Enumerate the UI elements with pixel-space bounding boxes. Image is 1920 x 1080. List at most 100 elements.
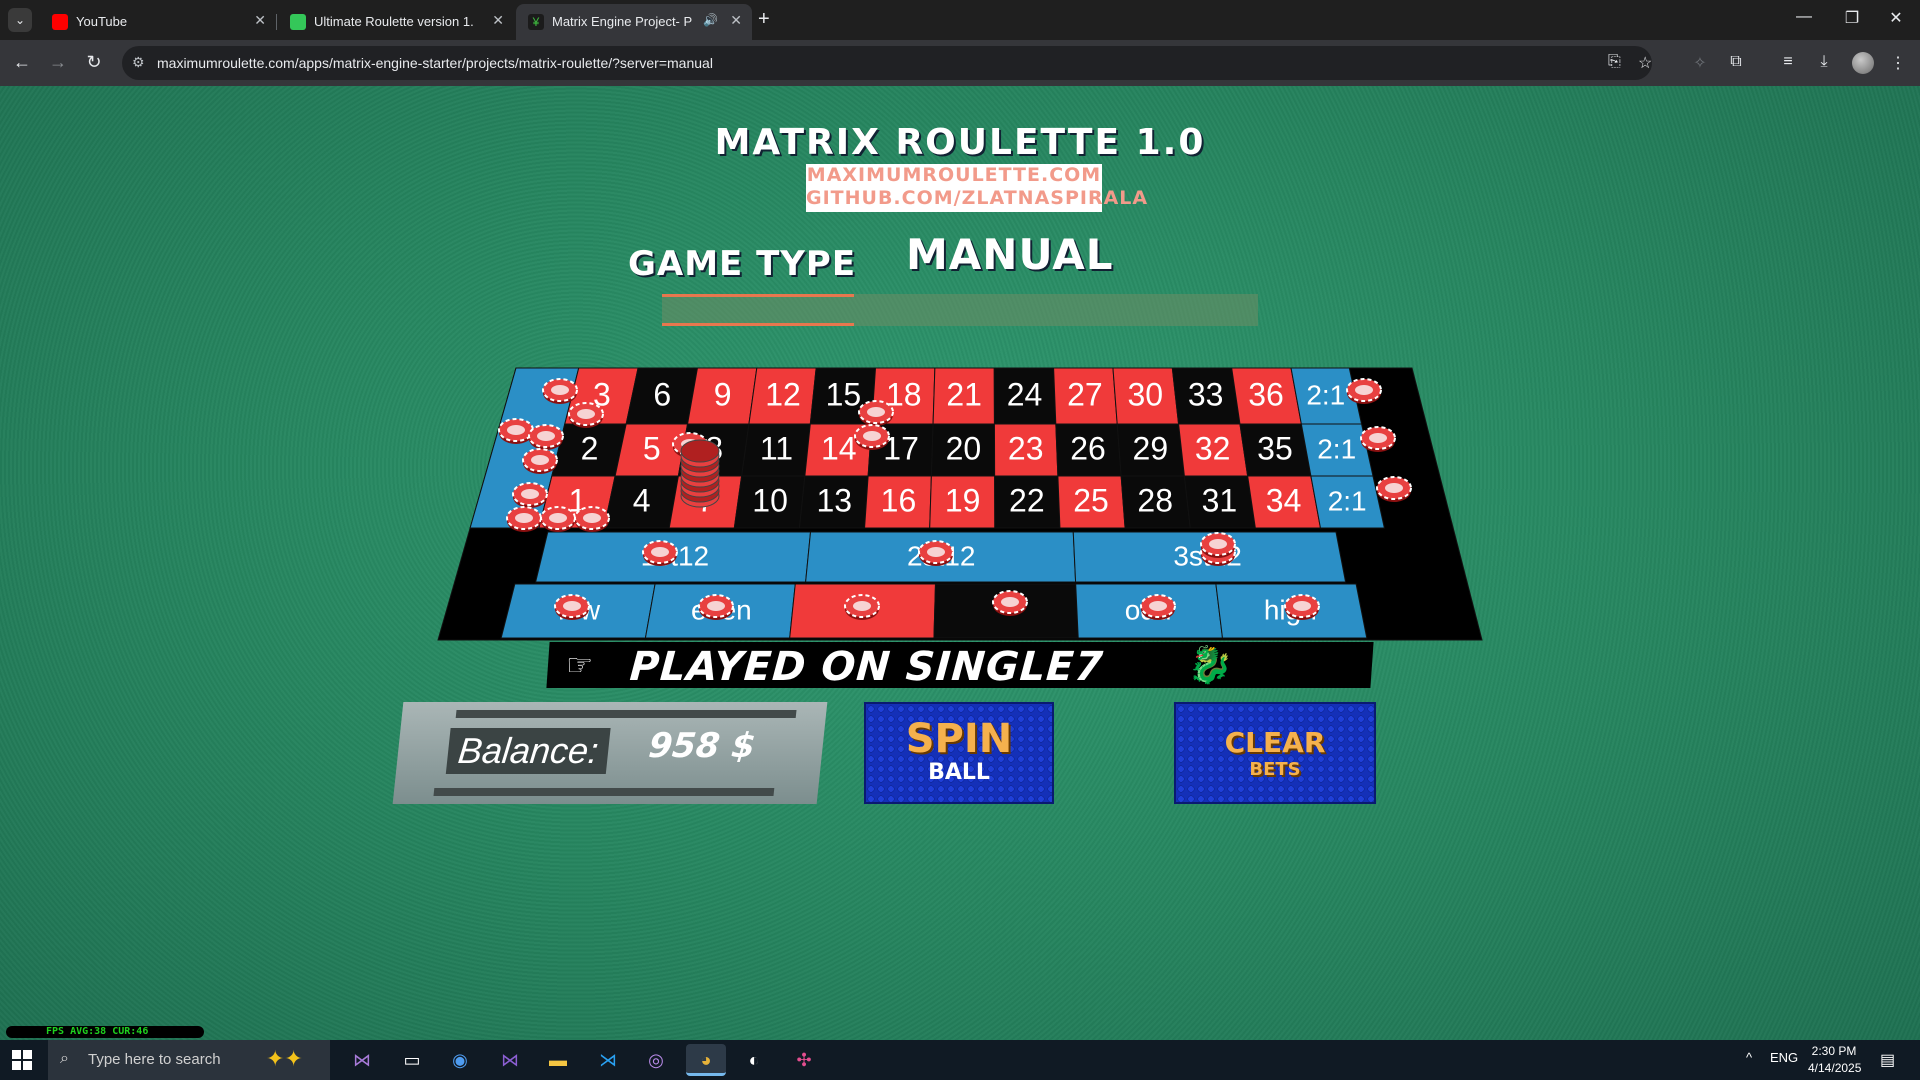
profile-avatar[interactable]	[1852, 52, 1874, 74]
tray-chevron-icon[interactable]: ^	[1746, 1050, 1752, 1065]
back-icon[interactable]: ←	[10, 52, 34, 73]
file-explorer-icon[interactable]: ▬	[538, 1044, 578, 1076]
tab-ultimate-roulette[interactable]: Ultimate Roulette version 1.0 by ✕	[278, 4, 514, 40]
chip-center	[521, 489, 539, 499]
install-app-icon[interactable]: ⎘	[1608, 53, 1621, 71]
close-icon[interactable]: ✕	[492, 12, 504, 29]
clear-bets-button[interactable]: CLEAR BETS	[1174, 702, 1376, 804]
roulette-table-svg[interactable]: 3691215182124273033362581114172023262932…	[0, 86, 1920, 1040]
table-label: 2:1	[1317, 433, 1356, 464]
notifications-icon[interactable]: ▤	[1880, 1050, 1895, 1070]
table-label: 34	[1266, 482, 1302, 518]
table-label: 21	[946, 376, 982, 412]
copilot-sparkle-icon[interactable]: ✦✦	[266, 1046, 303, 1072]
table-label: 2:1	[1328, 485, 1367, 516]
game-canvas[interactable]: MATRIX ROULETTE 1.0 SOUNDS: ON MAXIMUMRO…	[0, 86, 1920, 1040]
windows-start-icon[interactable]	[12, 1050, 32, 1070]
table-label: 36	[1248, 376, 1284, 412]
bets-label: BETS	[1249, 759, 1301, 780]
table-label: 11	[760, 430, 793, 466]
table-label: 28	[1137, 482, 1173, 518]
close-window-icon[interactable]: ✕	[1876, 8, 1916, 28]
table-label: 19	[945, 482, 981, 518]
media-controls-icon[interactable]: ≡	[1776, 53, 1800, 71]
table-label: 23	[1008, 430, 1044, 466]
chip-center	[1369, 433, 1387, 443]
youtube-icon	[52, 14, 68, 30]
restore-icon[interactable]: ❐	[1832, 8, 1872, 28]
chip-center	[1293, 601, 1311, 611]
table-label: 32	[1195, 430, 1231, 466]
extensions-icon[interactable]: ⧉	[1724, 53, 1748, 71]
panel-stripe	[455, 710, 797, 718]
pointing-hand-icon: ☞	[564, 649, 595, 682]
table-label: 27	[1067, 376, 1103, 412]
vscode-icon[interactable]: ⋊	[588, 1044, 628, 1076]
tab-youtube[interactable]: YouTube ✕	[40, 4, 276, 40]
tab-search-button[interactable]: ⌄	[8, 8, 32, 32]
search-placeholder[interactable]: Type here to search	[88, 1051, 221, 1068]
minimize-icon[interactable]: —	[1784, 8, 1824, 26]
chip-stack[interactable]	[680, 439, 720, 463]
address-bar[interactable]: ⚙ maximumroulette.com/apps/matrix-engine…	[122, 46, 1652, 80]
close-icon[interactable]: ✕	[730, 12, 742, 29]
chip-center	[531, 455, 549, 465]
speaker-icon[interactable]: 🔊	[703, 13, 718, 27]
chip-center	[651, 547, 669, 557]
browser-toolbar: ← → ↻ ⚙ maximumroulette.com/apps/matrix-…	[0, 40, 1920, 86]
forward-icon[interactable]: →	[46, 52, 70, 73]
site-info-icon[interactable]: ⚙	[132, 54, 145, 71]
table-label: 22	[1009, 482, 1045, 518]
table-label: 2	[581, 430, 599, 466]
chip-center	[1149, 601, 1167, 611]
download-icon[interactable]: ⤓	[1812, 53, 1836, 71]
tab-matrix-engine[interactable]: ¥ Matrix Engine Project- Phys 🔊 ✕	[516, 4, 752, 40]
table-label: 15	[826, 376, 862, 412]
search-icon: ⌕	[60, 1050, 69, 1067]
balance-panel: Balance: 958 $	[392, 702, 828, 804]
obs-icon[interactable]: ◐	[734, 1044, 774, 1076]
close-icon[interactable]: ✕	[254, 12, 266, 29]
terminal-icon[interactable]: ▭	[392, 1044, 432, 1076]
table-label: 33	[1188, 376, 1224, 412]
ball-label: BALL	[928, 760, 990, 785]
table-label: 25	[1073, 482, 1109, 518]
spin-ball-button[interactable]: SPIN BALL	[864, 702, 1054, 804]
balance-value: 958 $	[646, 726, 758, 766]
table-label: 20	[946, 430, 982, 466]
table-label: 14	[821, 430, 857, 466]
chip-center	[507, 425, 525, 435]
menu-icon[interactable]: ⋮	[1886, 53, 1910, 73]
date: 4/14/2025	[1808, 1061, 1862, 1075]
table-label: 10	[752, 482, 788, 518]
clear-label: CLEAR	[1224, 726, 1326, 759]
visual-studio-icon[interactable]: ⋈	[342, 1044, 382, 1076]
chip-center	[563, 601, 581, 611]
url-text[interactable]: maximumroulette.com/apps/matrix-engine-s…	[157, 55, 713, 71]
table-label: 6	[653, 376, 671, 412]
table-label: 16	[881, 482, 917, 518]
table-label: 12	[765, 376, 801, 412]
balance-label: Balance:	[445, 728, 611, 774]
reload-icon[interactable]: ↻	[82, 52, 106, 73]
visual-studio-purple-icon[interactable]: ⋈	[490, 1044, 530, 1076]
android-studio-icon[interactable]: ◉	[440, 1044, 480, 1076]
language-indicator[interactable]: ENG	[1770, 1050, 1798, 1065]
new-tab-button[interactable]: +	[758, 8, 770, 31]
roulette-site-icon	[290, 14, 306, 30]
slack-icon[interactable]: ✣	[784, 1044, 824, 1076]
bookmark-star-icon[interactable]: ☆	[1638, 53, 1652, 73]
roulette-table[interactable]: 3691215182124273033362581114172023262932…	[0, 86, 1920, 1040]
chrome-icon[interactable]: ◕	[686, 1044, 726, 1076]
extension-puzzle-disabled-icon[interactable]: ✧	[1688, 53, 1712, 73]
chip-center	[549, 513, 567, 523]
clock[interactable]: 2:30 PM 4/14/2025	[1808, 1043, 1862, 1077]
chip-center	[1209, 539, 1227, 549]
taskbar-search[interactable]: ⌕ Type here to search ✦✦	[48, 1040, 330, 1080]
chip-center	[551, 385, 569, 395]
chip-center	[927, 547, 945, 557]
played-on-banner: ☞ PLAYED ON SINGLE7 🐉	[546, 642, 1374, 690]
spin-label: SPIN	[905, 716, 1013, 762]
github-desktop-icon[interactable]: ◎	[636, 1044, 676, 1076]
panel-stripe	[433, 788, 775, 796]
